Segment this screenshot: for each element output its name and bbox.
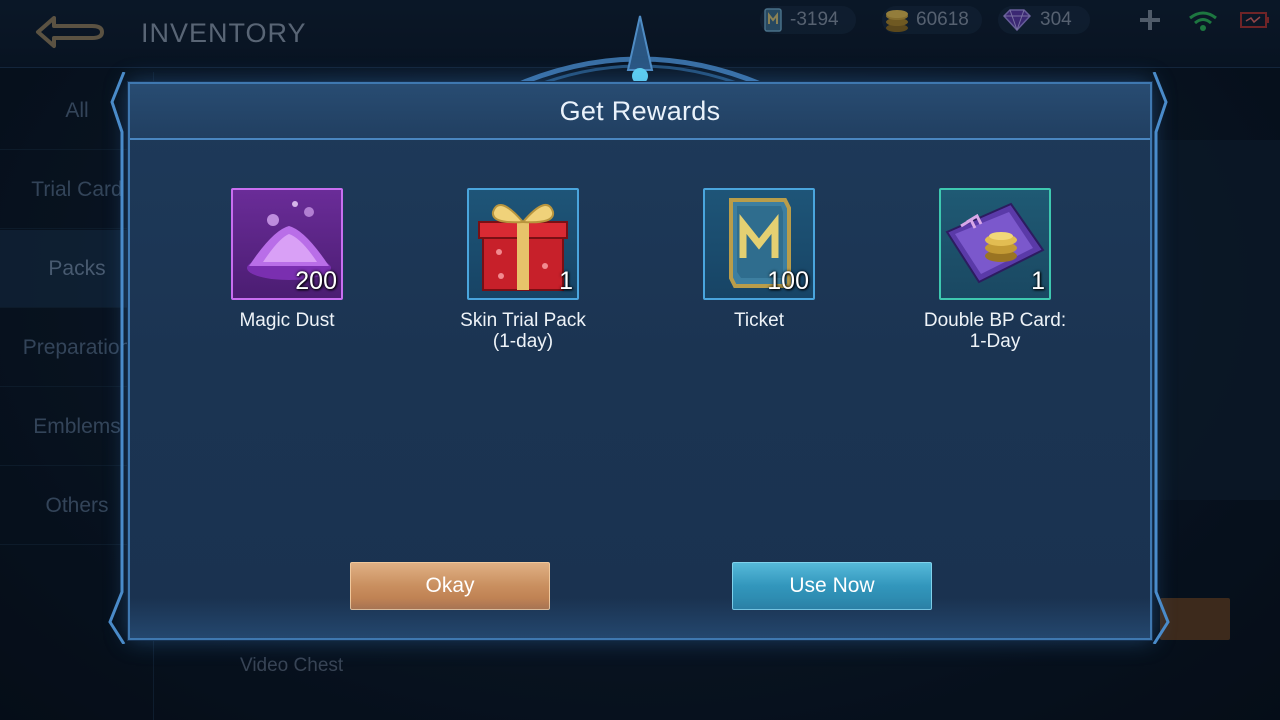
frame-edge-left [108,72,126,644]
reward-tile: 200 [231,188,343,300]
reward-name: Ticket [734,310,784,331]
reward-item-skin-trial-pack[interactable]: 1 Skin Trial Pack (1-day) [423,188,623,352]
reward-tile: 1 [939,188,1051,300]
reward-quantity: 200 [295,267,337,295]
reward-name: Double BP Card: 1-Day [923,310,1067,352]
dialog-header: Get Rewards [130,84,1150,140]
reward-quantity: 1 [559,267,573,295]
reward-item-double-bp-card[interactable]: 1 Double BP Card: 1-Day [895,188,1095,352]
reward-name: Skin Trial Pack (1-day) [460,310,586,352]
get-rewards-dialog: Get Rewards 200 Magic Dust 1 Skin Trial … [128,82,1152,640]
reward-tile: 1 [467,188,579,300]
dialog-title: Get Rewards [559,95,721,126]
reward-quantity: 1 [1031,267,1045,295]
reward-name: Magic Dust [239,310,335,331]
reward-tile: 100 [703,188,815,300]
frame-edge-right [1152,72,1170,644]
frame-ornament-icon [508,15,772,90]
reward-item-ticket[interactable]: 100 Ticket [659,188,859,331]
reward-quantity: 100 [767,267,809,295]
dialog-footer-band [130,598,1150,638]
reward-item-magic-dust[interactable]: 200 Magic Dust [187,188,387,331]
